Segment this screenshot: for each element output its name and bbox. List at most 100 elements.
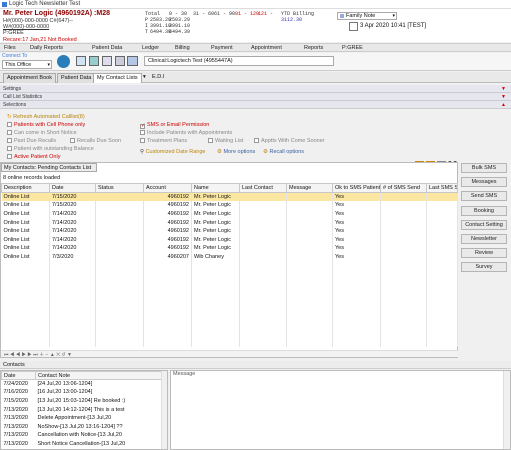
menu-daily-reports[interactable]: Daily Reports xyxy=(30,45,63,51)
patient-name[interactable]: Mr. Peter Logic (4960192A) :M28 xyxy=(3,10,110,17)
list-item[interactable]: 7/13/2020 Delete Appointment-[13 Jul,20 xyxy=(2,414,162,423)
calendar-icon[interactable] xyxy=(349,22,358,31)
col-description[interactable]: Description xyxy=(1,183,50,193)
newsletter-button[interactable]: Newsletter xyxy=(461,234,507,244)
checkbox[interactable] xyxy=(7,154,12,159)
menu-ledger[interactable]: Ledger xyxy=(142,45,159,51)
list-item[interactable]: 7/13/2020 NoShow-[13 Jul,20 13:16-1204] ?… xyxy=(2,422,162,431)
menu-files[interactable]: Files xyxy=(4,45,16,51)
checkbox[interactable] xyxy=(140,130,145,135)
menu-payment[interactable]: Payment xyxy=(211,45,233,51)
table-row[interactable]: Online List 7/15/2020 4960192 Mr. Peter Log… xyxy=(1,192,458,202)
empty-cell xyxy=(239,304,287,313)
opt-active-patient-only[interactable]: Active Patient Only xyxy=(7,154,60,160)
col-message[interactable]: Message xyxy=(286,183,333,193)
col-contact-date[interactable]: Date xyxy=(1,371,36,380)
list-item[interactable]: 7/15/2020 [13 Jul,20 15:03-1204] Re booke… xyxy=(2,397,162,406)
bulk-sms-button[interactable]: Bulk SMS xyxy=(461,163,507,173)
list-item[interactable]: 7/13/2020 [13 Jul,20 14:12-1204] This is … xyxy=(2,405,162,414)
table-row[interactable]: Online List 7/14/2020 4960192 Mr. Peter Log… xyxy=(1,209,458,219)
opt-recalls-due-soon[interactable]: Recalls Due Soon xyxy=(70,138,121,144)
menu-billing[interactable]: Billing xyxy=(175,45,190,51)
toolbar-icon-5[interactable] xyxy=(127,56,138,66)
table-cell xyxy=(380,192,427,202)
table-row[interactable]: Online List 7/14/2020 4960192 Mr. Peter Log… xyxy=(1,226,458,236)
grid-navigation-bar[interactable]: ⏮ ◀ ◀ ▶ ▶ ⏭ ＋ − ▲ ✕ ↺ ▼ xyxy=(1,350,458,358)
menu-appointment[interactable]: Appointment xyxy=(251,45,282,51)
opt-past-due-recalls[interactable]: Past Due Recalls xyxy=(7,138,56,144)
col-last-contact[interactable]: Last Contact xyxy=(239,183,287,193)
checkbox[interactable] xyxy=(7,146,12,151)
table-row[interactable]: Online List 7/3/2020 4960207 Wib Chaney Yes xyxy=(1,252,458,262)
toolbar-icon-3[interactable] xyxy=(102,56,112,66)
more-options-link[interactable]: ⚙ More options xyxy=(217,149,255,155)
list-item[interactable]: 7/13/2020 Cancellation with Notice-[13 Ju… xyxy=(2,431,162,440)
toolbar-icon-4[interactable] xyxy=(115,56,125,66)
col-name[interactable]: Name xyxy=(191,183,240,193)
opt-include-appointments[interactable]: Include Patients with Appointments xyxy=(140,130,232,136)
tab-patient-data[interactable]: Patient Data xyxy=(57,73,96,83)
menu-reports[interactable]: Reports xyxy=(304,45,323,51)
opt-cell-phone-only[interactable]: Patients with Cell Phone only xyxy=(7,122,85,128)
customized-date-range-link[interactable]: ⚲ Customized Date Range xyxy=(140,149,205,155)
messages-button[interactable]: Messages xyxy=(461,177,507,187)
section-call-list-statistics[interactable]: Call List Statistics ▼ xyxy=(0,93,511,101)
table-row[interactable]: Online List 7/14/2020 4960192 Mr. Peter Log… xyxy=(1,218,458,227)
menu-patient-data[interactable]: Patient Data xyxy=(92,45,122,51)
booking-button[interactable]: Booking xyxy=(461,206,507,216)
checkbox[interactable] xyxy=(70,138,75,143)
col-sms-send-count[interactable]: # of SMS Send xyxy=(380,183,427,193)
clinical-field[interactable]: Clinical:Logictech Test (4955447A) xyxy=(144,56,334,66)
opt-sms-email-permission[interactable]: ✓SMS or Email Permission xyxy=(140,122,209,129)
recall-options-link[interactable]: ⚙ Recall options xyxy=(263,149,304,155)
grid-title-tab[interactable]: My Contacts: Pending Contacts List xyxy=(1,163,97,172)
office-select[interactable]: This Office ▾ xyxy=(2,60,52,69)
col-ok-to-sms[interactable]: Ok to SMS Patient xyxy=(332,183,381,193)
survey-button[interactable]: Survey xyxy=(461,262,507,272)
table-cell: Online List xyxy=(1,218,50,227)
message-panel[interactable] xyxy=(170,370,511,450)
checkbox[interactable] xyxy=(7,122,12,127)
table-row[interactable]: Online List 7/14/2020 4960192 Mr. Peter Log… xyxy=(1,235,458,245)
refresh-calllist-link[interactable]: ↻ Refresh Automated Calllist(8) xyxy=(7,114,85,120)
opt-treatment-plans[interactable]: Treatment Plans xyxy=(140,138,187,144)
checkbox[interactable] xyxy=(140,138,145,143)
review-button[interactable]: Review xyxy=(461,248,507,258)
checkbox[interactable]: ✓ xyxy=(140,123,146,129)
toolbar-icon-2[interactable] xyxy=(89,56,99,66)
section-settings[interactable]: Settings ▼ xyxy=(0,85,511,93)
send-sms-button[interactable]: Send SMS xyxy=(461,191,507,201)
col-last-sms-sent[interactable]: Last SMS Sent xyxy=(426,183,458,193)
col-contact-note[interactable]: Contact Note xyxy=(35,371,162,380)
tab-my-contact-lists[interactable]: My Contact Lists xyxy=(93,73,142,83)
menu-insurance[interactable]: P:GREE xyxy=(342,45,363,51)
checkbox[interactable] xyxy=(7,130,12,135)
family-note-box[interactable]: Family Note ▾ xyxy=(337,12,397,20)
tab-appointment-book[interactable]: Appointment Book xyxy=(3,73,56,83)
section-selections[interactable]: Selections ▲ xyxy=(0,101,511,109)
table-row[interactable]: Online List 7/14/2020 4960192 Mr. Peter Log… xyxy=(1,244,458,253)
connect-icon[interactable] xyxy=(57,55,70,68)
col-account[interactable]: Account xyxy=(143,183,192,193)
list-item[interactable]: 7/13/2020 Short Notice Cancellation-[13 J… xyxy=(2,440,162,449)
table-cell xyxy=(286,201,333,210)
empty-cell xyxy=(426,321,458,330)
message-scrollbar[interactable] xyxy=(503,371,510,449)
toolbar-icon-1[interactable] xyxy=(76,56,86,66)
list-item[interactable]: 7/16/2020 [16 Jul,20 13:00-1204] xyxy=(2,388,162,397)
list-item[interactable]: 7/24/2020 [24 Jul,20 13:06-1204] xyxy=(2,380,162,389)
opt-label: Past Due Recalls xyxy=(14,138,57,144)
tab-edi[interactable]: E.D.I xyxy=(149,73,167,83)
table-row[interactable]: Online List 7/15/2020 4960192 Mr. Peter Log… xyxy=(1,201,458,210)
opt-outstanding-balance[interactable]: Patient with outstanding Balance xyxy=(7,146,94,152)
opt-waiting-list[interactable]: Waiting List xyxy=(208,138,243,144)
contacts-scrollbar[interactable] xyxy=(161,371,167,449)
col-date[interactable]: Date xyxy=(49,183,96,193)
checkbox[interactable] xyxy=(208,138,213,143)
opt-short-notice[interactable]: Can come in Short Notice xyxy=(7,130,77,136)
checkbox[interactable] xyxy=(7,138,12,143)
opt-come-sooner[interactable]: Apptts With Come Sooner xyxy=(254,138,325,144)
col-status[interactable]: Status xyxy=(95,183,144,193)
checkbox[interactable] xyxy=(254,138,259,143)
contact-setting-button[interactable]: Contact Setting xyxy=(461,220,507,230)
